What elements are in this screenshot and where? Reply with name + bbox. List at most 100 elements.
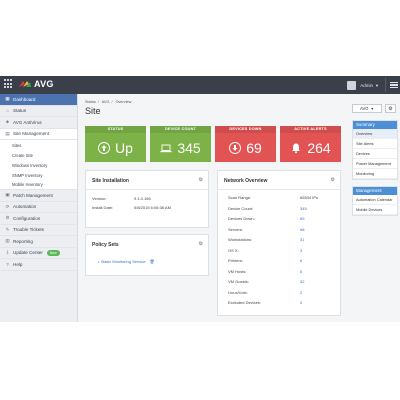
- top-bar: AVG Admin ▼: [0, 76, 400, 94]
- down-arrow-icon: [229, 141, 242, 154]
- main-content: Status / AVG / Overview Site STATUS Up DEV…: [79, 94, 345, 322]
- kv-label: Linux/Unix:: [228, 289, 248, 295]
- kv-value[interactable]: 5: [300, 269, 302, 274]
- kv-label: Device Count:: [228, 205, 254, 211]
- kv-label: Install Date:: [92, 205, 114, 210]
- sidebar-item-update-center[interactable]: ⇩ Update Center New: [0, 248, 77, 259]
- avg-logo-icon: [19, 81, 31, 87]
- dashboard-icon: ▦: [5, 96, 10, 102]
- tile-value: Up: [115, 139, 133, 156]
- gear-icon[interactable]: ⚙: [199, 241, 203, 247]
- sidebar-item-configuration[interactable]: ⚙ Configuration: [0, 213, 77, 225]
- tile-device-count[interactable]: DEVICE COUNT 345: [150, 126, 211, 162]
- home-icon: ⌂: [6, 108, 9, 114]
- breadcrumb: Status / AVG / Overview: [85, 100, 132, 104]
- download-icon: ⇩: [5, 249, 10, 255]
- app-window: AVG Admin ▼ ▦ Dashboard ⌂ Status ◈ AVG A…: [0, 76, 400, 322]
- policy-item: • Basic Monitoring Service 🗑: [98, 259, 155, 264]
- sidebar-subitem-snmp-inventory[interactable]: SNMP Inventory: [0, 170, 77, 180]
- breadcrumb-item[interactable]: AVG: [102, 100, 110, 104]
- avg-dropdown-button[interactable]: AVG ▼: [352, 104, 382, 113]
- management-item-automation-calendar[interactable]: Automation Calendar: [353, 195, 397, 205]
- sidebar-item-label: Reporting: [13, 238, 33, 244]
- sidebar-subitem-create-site[interactable]: Create Site: [0, 150, 77, 160]
- sidebar-item-patch-management[interactable]: ▣ Patch Management: [0, 190, 77, 202]
- tile-status[interactable]: STATUS Up: [85, 126, 146, 162]
- menu-icon[interactable]: [390, 81, 398, 89]
- panel-title: Network Overview: [224, 178, 268, 184]
- summary-item-monitoring[interactable]: Monitoring: [353, 169, 397, 179]
- settings-gear-button[interactable]: ⚙: [385, 104, 396, 113]
- brand-name: AVG: [34, 79, 54, 89]
- chevron-down-icon[interactable]: ▼: [375, 83, 379, 88]
- gear-icon: ⚙: [5, 215, 10, 221]
- bell-icon: [290, 142, 302, 154]
- tile-heading: DEVICES DOWN: [215, 126, 276, 133]
- sidebar-item-site-management[interactable]: ▤ Site Management: [0, 128, 77, 140]
- avatar[interactable]: [347, 80, 357, 90]
- kv-value[interactable]: 31: [300, 237, 304, 242]
- kv-value[interactable]: 0: [300, 300, 302, 305]
- gear-icon[interactable]: ⚙: [199, 177, 203, 183]
- kv-value[interactable]: 2: [300, 290, 302, 295]
- kv-value[interactable]: 6: [300, 258, 302, 263]
- kv-label: Version:: [92, 196, 107, 201]
- kv-label: Printers:: [228, 258, 243, 263]
- tile-active-alerts[interactable]: ACTIVE ALERTS 264: [280, 126, 341, 162]
- chevron-down-icon: ▼: [370, 106, 374, 111]
- kv-value[interactable]: 68: [300, 227, 304, 232]
- trash-icon[interactable]: 🗑: [149, 259, 154, 264]
- sidebar-item-help[interactable]: ? Help: [0, 259, 77, 271]
- kv-value[interactable]: 52: [300, 279, 304, 284]
- panel-title: Policy Sets: [92, 242, 119, 248]
- divider: [385, 78, 386, 92]
- breadcrumb-item[interactable]: Status: [85, 100, 96, 104]
- site-installation-panel: Site Installation ⚙ Version: 9.1.0.166 I…: [85, 170, 209, 228]
- ticket-icon: ✎: [5, 226, 10, 232]
- summary-item-devices[interactable]: Devices: [353, 149, 397, 159]
- right-panel: AVG ▼ ⚙ Summary Overview Site Alerts Dev…: [348, 94, 400, 322]
- tile-heading: ACTIVE ALERTS: [280, 126, 341, 133]
- sidebar-item-trouble-tickets[interactable]: ✎ Trouble Tickets: [0, 225, 77, 236]
- sitemap-icon: ▤: [5, 130, 10, 136]
- policy-sets-panel: Policy Sets ⚙ • Basic Monitoring Service…: [85, 234, 209, 276]
- summary-item-site-alerts[interactable]: Site Alerts: [353, 139, 397, 149]
- sidebar-subitem-windows-inventory[interactable]: Windows Inventory: [0, 160, 77, 170]
- sidebar-item-dashboard[interactable]: ▦ Dashboard: [0, 94, 77, 106]
- sidebar-subitem-sites[interactable]: Sites: [0, 140, 77, 150]
- summary-item-power-management[interactable]: Power Management: [353, 159, 397, 169]
- apps-grid-icon[interactable]: [4, 79, 14, 89]
- gear-icon[interactable]: ⚙: [331, 177, 335, 183]
- policy-link[interactable]: Basic Monitoring Service: [101, 259, 145, 264]
- tile-devices-down[interactable]: DEVICES DOWN 69: [215, 126, 276, 162]
- sidebar-item-label: Dashboard: [13, 96, 36, 102]
- shield-icon: ◈: [5, 119, 10, 125]
- gear-icon: ⚙: [388, 105, 393, 112]
- new-badge: New: [46, 249, 60, 256]
- sidebar-item-reporting[interactable]: ▥ Reporting: [0, 236, 77, 248]
- sidebar-item-label: Automation: [13, 204, 37, 210]
- sidebar-item-automation[interactable]: ⟳ Automation: [0, 202, 77, 213]
- sidebar-item-avg-antivirus[interactable]: ◈ AVG AntiVirus: [0, 117, 77, 129]
- tile-value: 264: [307, 139, 331, 156]
- user-area: Admin ▼: [347, 78, 398, 92]
- kv-label: Servers:: [228, 226, 243, 232]
- sidebar-item-label: Sites: [12, 142, 22, 148]
- brand[interactable]: AVG: [4, 79, 54, 89]
- breadcrumb-item: Overview: [115, 100, 132, 104]
- kv-value[interactable]: 345: [300, 206, 307, 211]
- panel-title: Site Installation: [92, 178, 129, 184]
- kv-value[interactable]: 3: [300, 248, 302, 253]
- sidebar-item-status[interactable]: ⌂ Status: [0, 106, 77, 117]
- management-item-mobile-devices[interactable]: Mobile Devices: [353, 205, 397, 215]
- sidebar-item-label: SNMP Inventory: [12, 172, 43, 178]
- chart-icon: ▥: [5, 238, 10, 244]
- summary-item-overview[interactable]: Overview: [353, 129, 397, 139]
- sidebar-subitem-mobile-inventory[interactable]: Mobile Inventory: [0, 180, 77, 190]
- management-menu-title: Management: [353, 187, 397, 195]
- kv-label: VM Hosts:: [228, 268, 247, 274]
- sidebar-item-label: Configuration: [13, 215, 41, 221]
- kv-value[interactable]: 69: [300, 216, 304, 221]
- user-name[interactable]: Admin: [360, 83, 373, 88]
- tile-value: 345: [177, 139, 201, 156]
